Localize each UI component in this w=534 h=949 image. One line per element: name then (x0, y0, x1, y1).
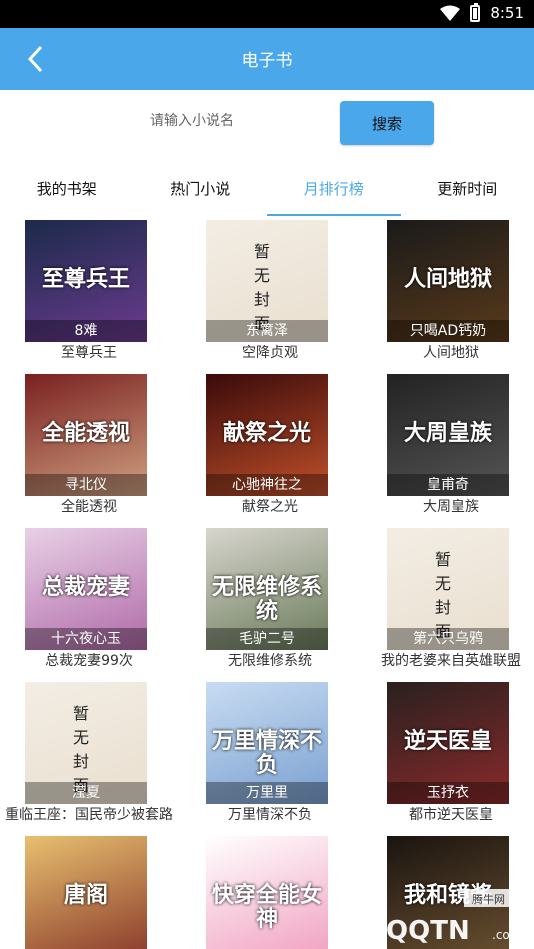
cover-title: 全能透视 (41, 421, 130, 446)
book-cover[interactable]: 总裁宠妻 十六夜心玉 (25, 528, 147, 650)
book-cover[interactable]: 至尊兵王 8难 (25, 220, 147, 342)
battery-icon (470, 2, 481, 22)
book-cover[interactable]: 唐阁 (25, 836, 147, 949)
book-title: 都市逆天医皇 (409, 807, 493, 823)
book-title: 空降贞观 (242, 345, 298, 361)
cover-title: 献祭之光 (222, 421, 311, 446)
book-author: 心驰神往之 (206, 474, 328, 496)
book-title: 献祭之光 (242, 499, 298, 515)
book-cover[interactable]: 逆天医皇 玉抒衣 (387, 682, 509, 804)
book-cover[interactable]: 人间地狱只喝AD钙奶 (387, 220, 509, 342)
book-cover[interactable]: 无限维修系统毛驴二号 (206, 528, 328, 650)
cover-title: 无限维修系统 (211, 575, 322, 625)
book-author: 皇甫奇 (387, 474, 509, 496)
book-cover[interactable]: 暂无封面 东篱泽 (206, 220, 328, 342)
book-author: 第六只乌鸦 (387, 628, 509, 650)
tab-my-shelf[interactable]: 我的书架 (0, 164, 134, 216)
book-title: 至尊兵王 (61, 345, 117, 361)
status-time: 8:51 (490, 4, 524, 22)
cover-title: 唐阁 (63, 883, 108, 908)
book-title: 我的老婆来自英雄联盟 (381, 653, 521, 669)
book-item[interactable]: 唐阁 (0, 836, 178, 949)
cover-title: 大周皇族 (403, 421, 492, 446)
book-cover[interactable]: 暂无封面 第六只乌鸦 (387, 528, 509, 650)
book-item[interactable]: 万里情深不负 万里里 万里情深不负 (181, 682, 359, 836)
book-author: 寻北仪 (25, 474, 147, 496)
book-item[interactable]: 人间地狱 只喝AD钙奶 人间地狱 (362, 220, 534, 374)
book-title: 重临王座：国民帝少被套路 (5, 807, 173, 823)
book-author: 8难 (25, 320, 147, 342)
book-title: 万里情深不负 (228, 807, 312, 823)
cover-title: 万里情深不负 (211, 729, 322, 779)
watermark-logo: QQTN .com 腾牛网 (324, 889, 534, 949)
book-title: 人间地狱 (423, 345, 479, 361)
tab-bar: 我的书架 热门小说 月排行榜 更新时间 (0, 164, 534, 216)
book-item[interactable]: 逆天医皇玉抒衣都市逆天医皇 (362, 682, 534, 836)
book-item[interactable]: 至尊兵王 8难 至尊兵王 (0, 220, 178, 374)
book-item[interactable]: 献祭之光 心驰神往之 献祭之光 (181, 374, 359, 528)
cover-title: 至尊兵王 (41, 267, 130, 292)
search-button[interactable]: 搜索 (340, 101, 434, 145)
page-title: 电子书 (241, 51, 293, 71)
wifi-icon (440, 5, 461, 21)
status-bar: 8:51 (0, 0, 534, 28)
book-cover[interactable]: 全能透视 寻北仪 (25, 374, 147, 496)
book-cover[interactable]: 万里情深不负 万里里 (206, 682, 328, 804)
book-author: 万里里 (206, 782, 328, 804)
book-author: 滢夏 (25, 782, 147, 804)
cover-title: 逆天医皇 (403, 729, 492, 754)
book-cover[interactable]: 大周皇族 皇甫奇 (387, 374, 509, 496)
book-author: 毛驴二号 (206, 628, 328, 650)
svg-text:腾牛网: 腾牛网 (472, 892, 505, 906)
cover-title: 人间地狱 (403, 267, 492, 292)
svg-text:.com: .com (492, 928, 521, 942)
book-cover[interactable]: 献祭之光 心驰神往之 (206, 374, 328, 496)
cover-title: 快穿全能女神 (211, 883, 322, 933)
book-author: 东篱泽 (206, 320, 328, 342)
tab-hot-novels[interactable]: 热门小说 (134, 164, 268, 216)
tab-monthly-ranking[interactable]: 月排行榜 (267, 164, 401, 216)
cover-title: 总裁宠妻 (41, 575, 130, 600)
book-author: 十六夜心玉 (25, 628, 147, 650)
search-input[interactable] (150, 106, 320, 136)
app-bar: 电子书 (0, 28, 534, 90)
book-item[interactable]: 暂无封面 第六只乌鸦我的老婆来自英雄联盟 (362, 528, 534, 682)
book-cover[interactable]: 暂无封面 滢夏 (25, 682, 147, 804)
book-title: 全能透视 (61, 499, 117, 515)
book-item[interactable]: 总裁宠妻十六夜心玉总裁宠妻99次 (0, 528, 178, 682)
book-item[interactable]: 暂无封面 东篱泽空降贞观 (181, 220, 359, 374)
book-author: 只喝AD钙奶 (387, 320, 509, 342)
book-title: 总裁宠妻99次 (45, 653, 133, 669)
book-item[interactable]: 全能透视 寻北仪 全能透视 (0, 374, 178, 528)
book-cover[interactable]: 快穿全能女神 (206, 836, 328, 949)
book-title: 无限维修系统 (228, 653, 312, 669)
book-title: 大周皇族 (423, 499, 479, 515)
book-item[interactable]: 无限维修系统 毛驴二号 无限维修系统 (181, 528, 359, 682)
search-row: 搜索 (0, 90, 534, 164)
book-item[interactable]: 暂无封面 滢夏重临王座：国民帝少被套路 (0, 682, 178, 836)
tab-update-time[interactable]: 更新时间 (401, 164, 534, 216)
book-item[interactable]: 大周皇族 皇甫奇 大周皇族 (362, 374, 534, 528)
svg-text:QQTN: QQTN (386, 916, 470, 946)
book-author: 玉抒衣 (387, 782, 509, 804)
